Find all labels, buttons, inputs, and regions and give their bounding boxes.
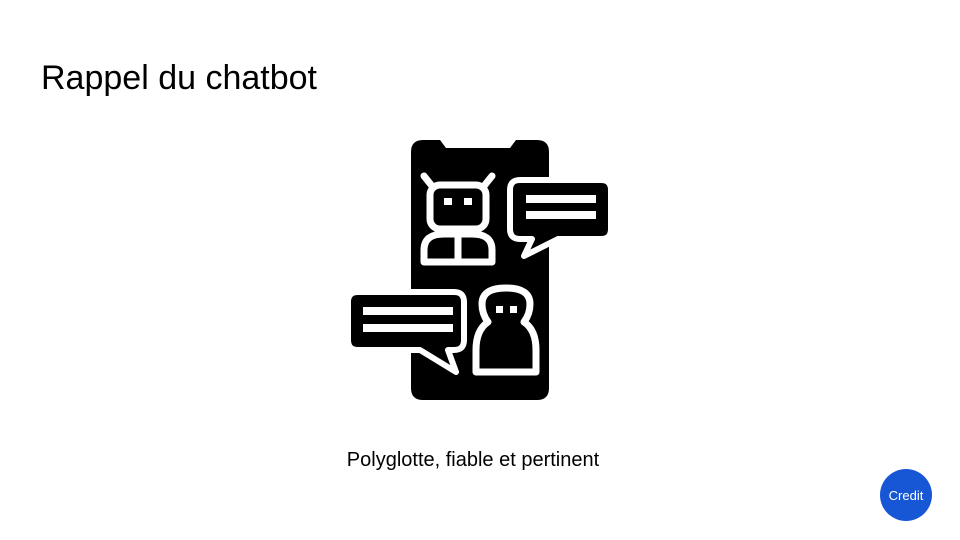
speech-bubble-icon [348,289,467,375]
slide-caption: Polyglotte, fiable et pertinent [346,449,600,471]
chatbot-smartphone-icon [348,140,612,400]
slide: Rappel du chatbot Polyglotte, fiable et … [0,0,960,540]
slide-title: Rappel du chatbot [41,59,317,97]
credit-button[interactable]: Credit [880,469,932,521]
